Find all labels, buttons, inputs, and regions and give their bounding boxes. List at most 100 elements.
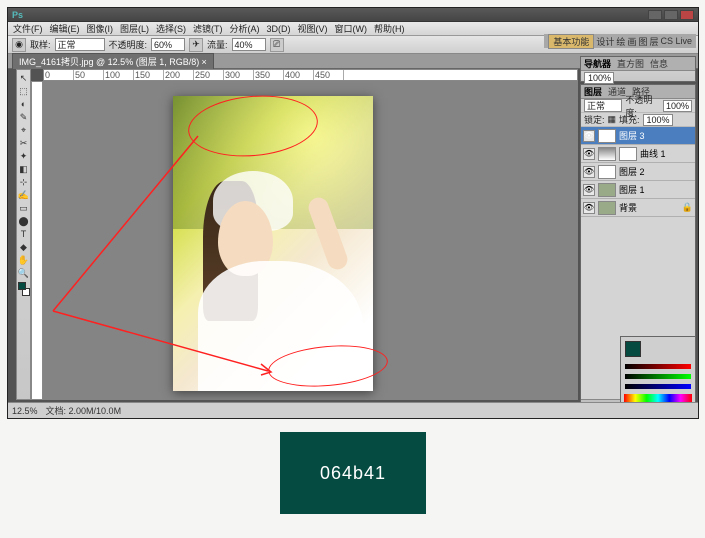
layer-name: 背景 [619,201,637,214]
layer-thumbnail [598,183,616,197]
horizontal-ruler: 0 50 100 150 200 250 300 350 400 450 [43,69,578,81]
tab-layers[interactable]: 图层 [584,85,602,98]
workspace-tab[interactable]: 画 [627,35,636,48]
type-tool[interactable]: T [18,228,30,240]
flow-dropdown[interactable]: 40% [232,38,266,51]
workspace-design[interactable]: 设计 [596,35,614,48]
close-button[interactable] [680,10,694,20]
fill-value[interactable]: 100% [643,114,673,126]
document-tab[interactable]: IMG_4161拷贝.jpg @ 12.5% (图层 1, RGB/8) × [12,53,214,69]
layer-name: 曲线 1 [640,147,666,160]
workspace-tab[interactable]: 图 [638,35,647,48]
airbrush-icon[interactable]: ✈ [189,38,203,52]
maximize-button[interactable] [664,10,678,20]
menu-3d[interactable]: 3D(D) [264,24,294,34]
gradient-tool[interactable]: ▭ [18,202,30,214]
status-info: 文档: 2.00M/10.0M [46,404,122,417]
status-zoom[interactable]: 12.5% [12,406,38,416]
visibility-icon[interactable]: 👁 [583,166,595,178]
tablet-icon[interactable]: ⎚ [270,38,284,52]
cslive-button[interactable]: CS Live [660,36,692,46]
layer-row[interactable]: 👁 背景 🔒 [581,199,695,217]
workspace-tab[interactable]: 层 [649,35,658,48]
menu-edit[interactable]: 编辑(E) [47,22,83,35]
toolbox: ↖ ⬚ ◐ ✎ ⌖ ✂ ✦ ◧ ⊹ ✍ ▭ ⬤ T ◆ ✋ 🔍 [16,69,31,400]
menu-analysis[interactable]: 分析(A) [227,22,263,35]
layer-row[interactable]: 👁 图层 1 [581,181,695,199]
tab-info[interactable]: 信息 [650,57,668,70]
ruler-mark: 400 [284,70,314,80]
lock-icon[interactable]: ▦ [608,114,617,125]
lock-icon: 🔒 [682,202,693,213]
layer-name: 图层 3 [619,129,645,142]
menu-select[interactable]: 选择(S) [153,22,189,35]
fill-label: 填充: [619,113,640,126]
marquee-tool[interactable]: ⬚ [18,85,30,97]
ruler-mark: 350 [254,70,284,80]
pen-tool[interactable]: ◆ [18,241,30,253]
blur-tool[interactable]: ⬤ [18,215,30,227]
workspace-tab[interactable]: 绘 [616,35,625,48]
vertical-ruler [31,81,43,400]
visibility-icon[interactable]: 👁 [583,148,595,160]
layer-row[interactable]: 👁 图层 2 [581,163,695,181]
document-title: IMG_4161拷贝.jpg @ 12.5% (图层 1, RGB/8) [19,57,199,67]
color-swatches[interactable] [18,282,30,296]
eraser-tool[interactable]: ✍ [18,189,30,201]
crop-tool[interactable]: ⌖ [18,124,30,136]
canvas[interactable] [43,81,578,400]
visibility-icon[interactable]: 👁 [583,130,595,142]
lasso-tool[interactable]: ◐ [18,98,30,110]
slider-g[interactable] [625,371,691,381]
opacity-dropdown[interactable]: 60% [151,38,185,51]
tab-navigator[interactable]: 导航器 [584,57,611,70]
menu-layer[interactable]: 图层(L) [117,22,152,35]
wand-tool[interactable]: ✎ [18,111,30,123]
layer-row[interactable]: 👁 图层 3 [581,127,695,145]
layer-thumbnail [598,201,616,215]
sample-dropdown[interactable]: 正常 [55,38,105,51]
visibility-icon[interactable]: 👁 [583,184,595,196]
tab-histogram[interactable]: 直方图 [617,57,644,70]
lock-label: 锁定: [584,113,605,126]
menu-help[interactable]: 帮助(H) [371,22,408,35]
layer-thumbnail [598,147,616,161]
move-tool[interactable]: ↖ [18,72,30,84]
menu-filter[interactable]: 滤镜(T) [190,22,226,35]
heal-tool[interactable]: ✦ [18,150,30,162]
ruler-mark: 200 [164,70,194,80]
tab-channels[interactable]: 通道 [608,85,626,98]
app-window: Ps 文件(F) 编辑(E) 图像(I) 图层(L) 选择(S) 滤镜(T) 分… [7,7,699,419]
layer-name: 图层 2 [619,165,645,178]
workspace-basic[interactable]: 基本功能 [548,34,594,49]
hand-tool[interactable]: ✋ [18,254,30,266]
nav-zoom[interactable]: 100% [584,72,614,84]
menu-window[interactable]: 窗口(W) [332,22,371,35]
ruler-mark: 100 [104,70,134,80]
slider-r[interactable] [625,361,691,371]
flow-label: 流量: [207,38,228,51]
ps-logo: Ps [12,10,23,20]
color-sample-block: 064b41 [280,432,426,514]
ruler-mark: 50 [74,70,104,80]
minimize-button[interactable] [648,10,662,20]
layer-row[interactable]: 👁 曲线 1 [581,145,695,163]
color-swatch-fg[interactable] [625,341,641,357]
visibility-icon[interactable]: 👁 [583,202,595,214]
layer-opacity-value[interactable]: 100% [663,100,692,112]
slider-b[interactable] [625,381,691,391]
tab-close-icon[interactable]: × [201,57,206,67]
layer-name: 图层 1 [619,183,645,196]
menu-file[interactable]: 文件(F) [10,22,46,35]
menu-image[interactable]: 图像(I) [84,22,117,35]
current-tool-icon: ◉ [12,38,26,52]
layer-mask-thumbnail [619,147,637,161]
eyedropper-tool[interactable]: ✂ [18,137,30,149]
menu-view[interactable]: 视图(V) [295,22,331,35]
blend-mode-dropdown[interactable]: 正常 [584,99,622,112]
zoom-tool[interactable]: 🔍 [18,267,30,279]
stamp-tool[interactable]: ⊹ [18,176,30,188]
sample-label: 取样: [30,38,51,51]
brush-tool[interactable]: ◧ [18,163,30,175]
foreground-color[interactable] [18,282,26,290]
